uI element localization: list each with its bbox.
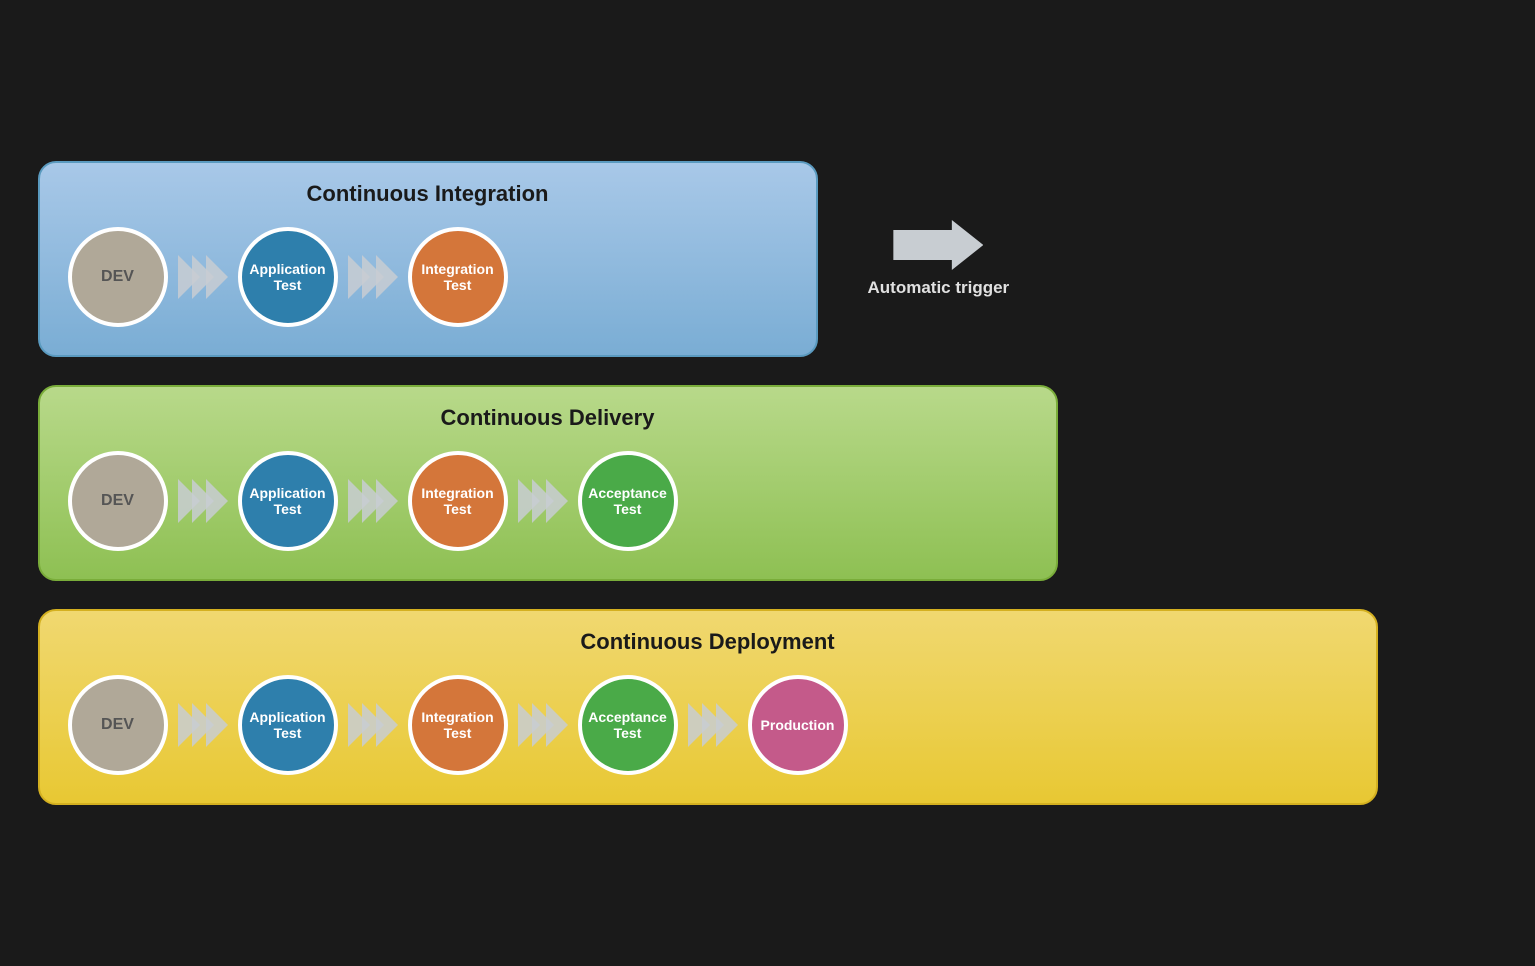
cdeploy-dev-circle: DEV (68, 675, 168, 775)
chevron-icon (546, 703, 568, 747)
cdeploy-int-test-circle: IntegrationTest (408, 675, 508, 775)
chevron-icon (206, 479, 228, 523)
chevron-icon (376, 479, 398, 523)
chevron-icon (376, 255, 398, 299)
ci-app-test-circle: ApplicationTest (238, 227, 338, 327)
cd-arrow-2 (348, 479, 398, 523)
ci-pipeline: DEV ApplicationTest IntegrationTest (68, 227, 788, 327)
cd-arrow-1 (178, 479, 228, 523)
cdeploy-arrow-2 (348, 703, 398, 747)
chevron-icon (206, 703, 228, 747)
auto-trigger-area: Automatic trigger (868, 220, 1010, 298)
cd-panel: Continuous Delivery DEV ApplicationTest … (38, 385, 1058, 581)
cdeploy-pipeline: DEV ApplicationTest IntegrationTest Acce… (68, 675, 1348, 775)
ci-title: Continuous Integration (68, 181, 788, 207)
cdeploy-acc-test-circle: AcceptanceTest (578, 675, 678, 775)
cd-int-test-circle: IntegrationTest (408, 451, 508, 551)
chevron-icon (546, 479, 568, 523)
cdeploy-title: Continuous Deployment (68, 629, 1348, 655)
cdeploy-arrow-1 (178, 703, 228, 747)
main-container: Continuous Integration DEV ApplicationTe… (38, 161, 1498, 805)
cd-acc-test-circle: AcceptanceTest (578, 451, 678, 551)
ci-dev-circle: DEV (68, 227, 168, 327)
auto-trigger-label: Automatic trigger (868, 278, 1010, 298)
cd-dev-circle: DEV (68, 451, 168, 551)
chevron-icon (206, 255, 228, 299)
chevron-icon (376, 703, 398, 747)
cd-app-test-circle: ApplicationTest (238, 451, 338, 551)
cdeploy-prod-circle: Production (748, 675, 848, 775)
cd-arrow-3 (518, 479, 568, 523)
cdeploy-arrow-4 (688, 703, 738, 747)
cdeploy-app-test-circle: ApplicationTest (238, 675, 338, 775)
cd-title: Continuous Delivery (68, 405, 1028, 431)
cd-pipeline: DEV ApplicationTest IntegrationTest Acce… (68, 451, 1028, 551)
chevron-icon (716, 703, 738, 747)
ci-arrow-2 (348, 255, 398, 299)
cdeploy-arrow-3 (518, 703, 568, 747)
ci-int-test-circle: IntegrationTest (408, 227, 508, 327)
ci-panel: Continuous Integration DEV ApplicationTe… (38, 161, 818, 357)
cdeploy-panel: Continuous Deployment DEV ApplicationTes… (38, 609, 1378, 805)
auto-trigger-arrow-icon (893, 220, 983, 270)
ci-arrow-1 (178, 255, 228, 299)
